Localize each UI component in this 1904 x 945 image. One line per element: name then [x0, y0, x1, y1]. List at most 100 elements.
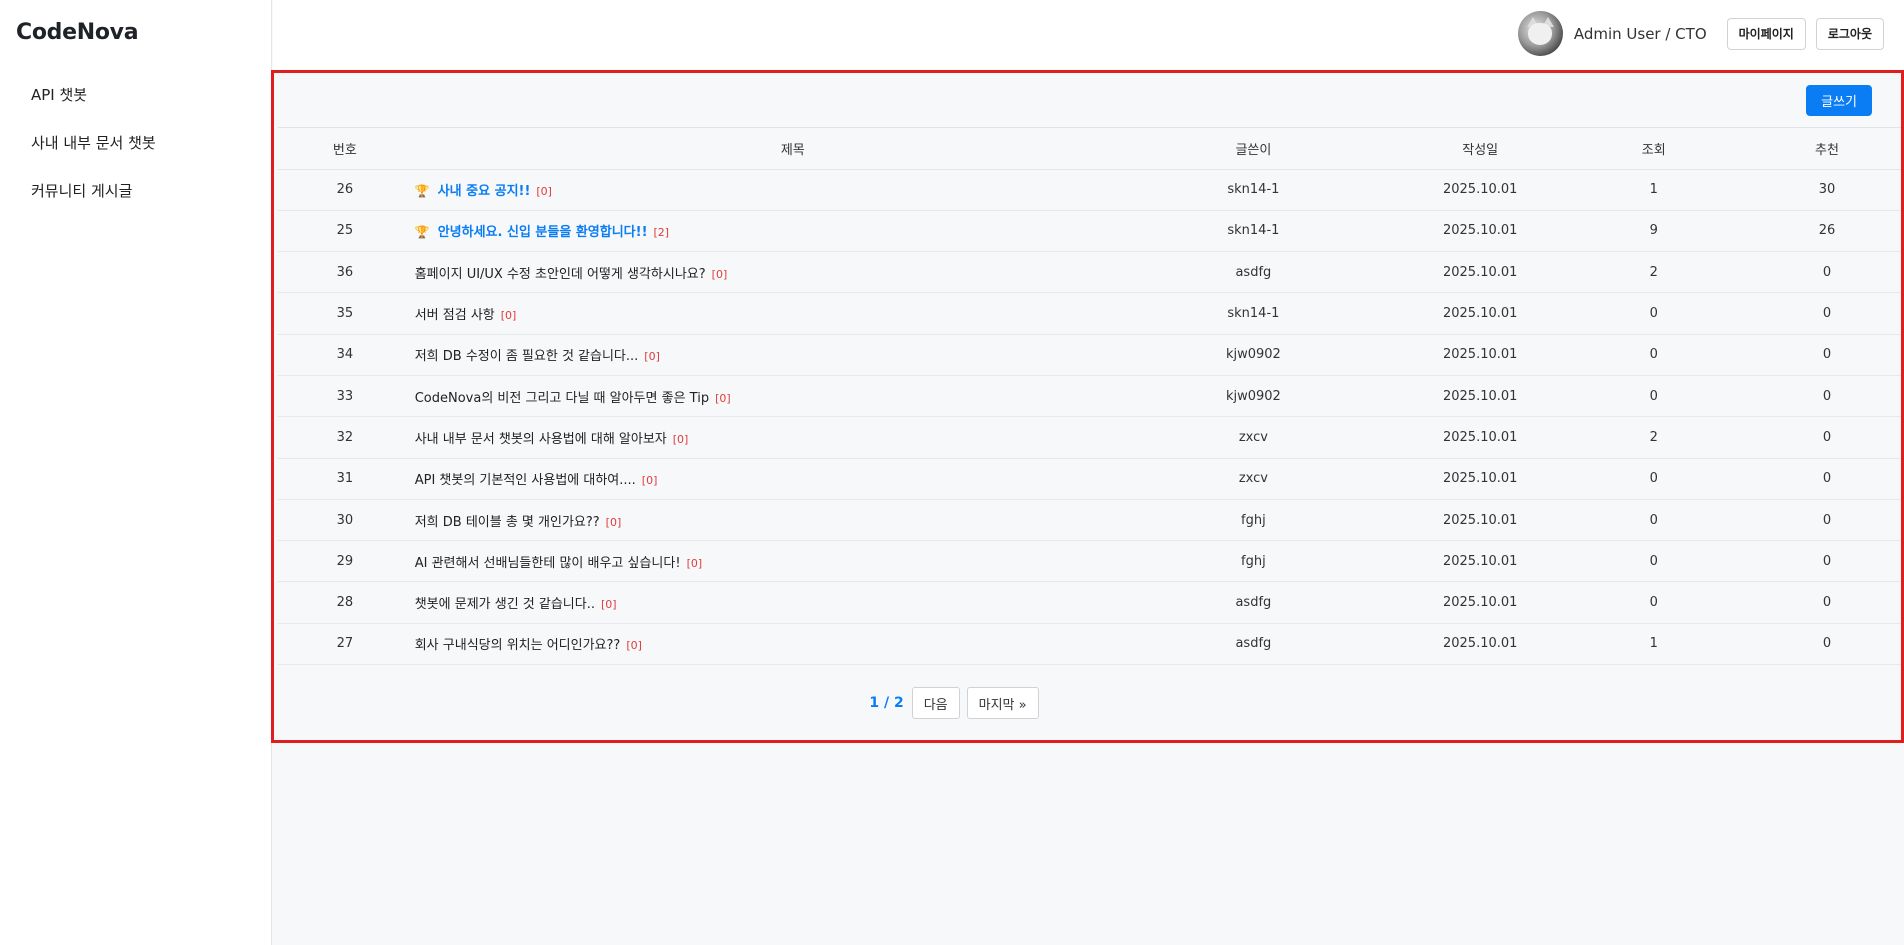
community-board: 글쓰기 번호 제목 글쓴이 작성일 조회 추천 26 🏆 사내 중요 공지!! [0… [271, 70, 1904, 743]
mypage-button[interactable]: 마이페이지 [1726, 17, 1806, 50]
post-title-link[interactable]: API 챗봇의 기본적인 사용법에 대하여.... [415, 473, 636, 488]
post-date: 2025.10.01 [1335, 581, 1625, 624]
sidebar-item-api-chatbot[interactable]: API 챗봇 [31, 84, 156, 132]
post-author: kjw0902 [1170, 375, 1336, 418]
table-row[interactable]: 28 챗봇에 문제가 생긴 것 같습니다.. [0] asdfg 2025.10.… [278, 581, 1901, 624]
trophy-icon: 🏆 [414, 225, 430, 240]
post-recommend: 0 [1682, 416, 1901, 459]
post-title-cell: 홈페이지 UI/UX 수정 초안인데 어떻게 생각하시나요? [0] [411, 251, 1171, 294]
table-row[interactable]: 35 서버 점검 사항 [0] skn14-1 2025.10.01 0 0 [278, 292, 1901, 335]
comment-count: [0] [672, 432, 689, 446]
last-page-button[interactable]: 마지막 » [966, 687, 1039, 719]
post-title-link[interactable]: 사내 내부 문서 챗봇의 사용법에 대해 알아보자 [415, 432, 667, 447]
post-title-cell: 저희 DB 테이블 총 몇 개인가요?? [0] [411, 499, 1171, 542]
write-post-button[interactable]: 글쓰기 [1806, 85, 1872, 116]
table-row[interactable]: 26 🏆 사내 중요 공지!! [0] skn14-1 2025.10.01 1 3… [278, 169, 1901, 211]
post-title-link[interactable]: 회사 구내식당의 위치는 어디인가요?? [415, 638, 621, 653]
post-title-link[interactable]: 홈페이지 UI/UX 수정 초안인데 어떻게 생각하시나요? [415, 267, 706, 282]
post-author: asdfg [1170, 251, 1336, 294]
post-title-cell: 저희 DB 수정이 좀 필요한 것 같습니다... [0] [411, 334, 1171, 376]
post-number: 29 [278, 540, 412, 583]
post-title-link[interactable]: 안녕하세요. 신입 분들을 환영합니다!! [438, 225, 648, 240]
column-header-date: 작성일 [1335, 128, 1625, 170]
column-header-title: 제목 [411, 128, 1171, 170]
post-views: 0 [1624, 292, 1683, 335]
comment-count: [0] [644, 350, 660, 364]
post-title-cell: API 챗봇의 기본적인 사용법에 대하여.... [0] [411, 458, 1171, 500]
next-page-button[interactable]: 다음 [911, 687, 960, 719]
post-title-link[interactable]: 서버 점검 사항 [415, 308, 495, 323]
post-title-link[interactable]: 사내 중요 공지!! [438, 184, 531, 199]
post-number: 32 [278, 416, 412, 459]
post-number: 25 [278, 210, 412, 253]
comment-count: [0] [626, 639, 642, 653]
comment-count: [0] [605, 515, 622, 529]
table-row[interactable]: 30 저희 DB 테이블 총 몇 개인가요?? [0] fghj 2025.10.… [278, 499, 1901, 542]
app-logo[interactable]: CodeNova [16, 20, 139, 45]
table-row[interactable]: 27 회사 구내식당의 위치는 어디인가요?? [0] asdfg 2025.10… [278, 623, 1901, 666]
post-date: 2025.10.01 [1335, 210, 1625, 253]
post-views: 9 [1624, 210, 1683, 253]
post-recommend: 26 [1682, 210, 1901, 253]
column-header-author: 글쓴이 [1170, 128, 1336, 170]
table-row[interactable]: 32 사내 내부 문서 챗봇의 사용법에 대해 알아보자 [0] zxcv 202… [278, 416, 1901, 459]
post-date: 2025.10.01 [1335, 458, 1625, 500]
post-title-link[interactable]: 저희 DB 수정이 좀 필요한 것 같습니다... [415, 349, 639, 364]
post-date: 2025.10.01 [1335, 169, 1625, 211]
sidebar-nav: API 챗봇 사내 내부 문서 챗봇 커뮤니티 게시글 [31, 84, 156, 228]
table-row[interactable]: 33 CodeNova의 비전 그리고 다닐 때 알아두면 좋은 Tip [0] … [278, 375, 1901, 418]
post-title-cell: 🏆 안녕하세요. 신입 분들을 환영합니다!! [2] [411, 210, 1171, 253]
sidebar-item-community[interactable]: 커뮤니티 게시글 [31, 180, 156, 228]
post-date: 2025.10.01 [1335, 292, 1625, 335]
post-title-cell: 챗봇에 문제가 생긴 것 같습니다.. [0] [411, 581, 1171, 624]
comment-count: [0] [641, 474, 658, 488]
post-views: 0 [1624, 499, 1683, 542]
post-date: 2025.10.01 [1335, 251, 1625, 294]
post-recommend: 0 [1682, 334, 1901, 376]
post-recommend: 0 [1682, 540, 1901, 583]
post-author: skn14-1 [1170, 169, 1336, 211]
logout-button[interactable]: 로그아웃 [1815, 17, 1884, 50]
post-recommend: 0 [1682, 623, 1901, 666]
column-header-recommend: 추천 [1682, 128, 1901, 170]
sidebar-item-internal-docs-chatbot[interactable]: 사내 내부 문서 챗봇 [31, 132, 156, 180]
post-author: kjw0902 [1170, 334, 1336, 376]
post-date: 2025.10.01 [1335, 334, 1625, 376]
post-author: skn14-1 [1170, 210, 1336, 253]
table-row[interactable]: 25 🏆 안녕하세요. 신입 분들을 환영합니다!! [2] skn14-1 202… [278, 210, 1901, 253]
post-title-link[interactable]: 저희 DB 테이블 총 몇 개인가요?? [415, 515, 600, 530]
post-views: 0 [1624, 540, 1683, 583]
post-recommend: 0 [1682, 375, 1901, 418]
post-views: 1 [1624, 623, 1683, 666]
comment-count: [0] [601, 598, 617, 612]
post-date: 2025.10.01 [1335, 375, 1625, 418]
comment-count: [0] [500, 309, 517, 323]
post-title-link[interactable]: AI 관련해서 선배님들한테 많이 배우고 싶습니다! [415, 556, 681, 571]
table-row[interactable]: 34 저희 DB 수정이 좀 필요한 것 같습니다... [0] kjw0902 … [278, 334, 1901, 376]
post-date: 2025.10.01 [1335, 416, 1625, 459]
post-date: 2025.10.01 [1335, 540, 1625, 583]
post-recommend: 30 [1682, 169, 1901, 211]
post-author: zxcv [1170, 416, 1336, 459]
table-header-row: 번호 제목 글쓴이 작성일 조회 추천 [278, 128, 1901, 170]
posts-table-body: 26 🏆 사내 중요 공지!! [0] skn14-1 2025.10.01 1 3… [278, 169, 1901, 666]
post-views: 2 [1624, 251, 1683, 294]
table-row[interactable]: 36 홈페이지 UI/UX 수정 초안인데 어떻게 생각하시나요? [0] asd… [278, 251, 1901, 294]
table-row[interactable]: 31 API 챗봇의 기본적인 사용법에 대하여.... [0] zxcv 202… [278, 458, 1901, 500]
post-recommend: 0 [1682, 292, 1901, 335]
post-date: 2025.10.01 [1335, 623, 1625, 666]
post-title-link[interactable]: CodeNova의 비전 그리고 다닐 때 알아두면 좋은 Tip [415, 391, 709, 406]
post-views: 1 [1624, 169, 1683, 211]
post-author: fghj [1170, 540, 1336, 583]
post-recommend: 0 [1682, 251, 1901, 294]
post-recommend: 0 [1682, 458, 1901, 500]
table-row[interactable]: 29 AI 관련해서 선배님들한테 많이 배우고 싶습니다! [0] fghj 2… [278, 540, 1901, 583]
comment-count: [2] [653, 226, 670, 240]
post-number: 31 [278, 458, 412, 500]
post-author: fghj [1170, 499, 1336, 542]
post-views: 0 [1624, 458, 1683, 500]
post-number: 28 [278, 581, 412, 624]
post-number: 26 [278, 169, 412, 211]
post-title-link[interactable]: 챗봇에 문제가 생긴 것 같습니다.. [415, 597, 595, 612]
post-number: 34 [278, 334, 412, 376]
